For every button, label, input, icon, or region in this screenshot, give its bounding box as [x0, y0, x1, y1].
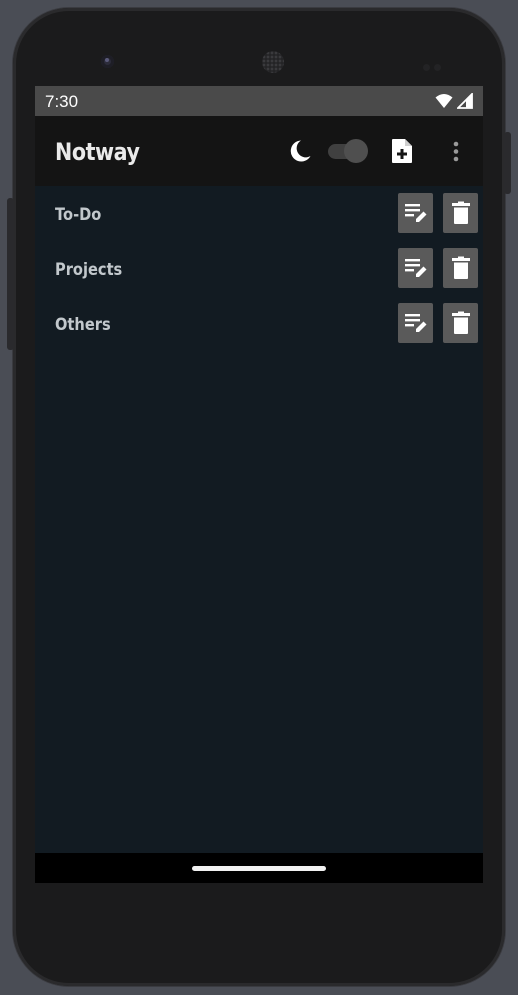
- status-icons: [435, 93, 473, 109]
- list-item[interactable]: Others: [35, 296, 483, 351]
- status-bar: 7:30: [35, 86, 483, 116]
- proximity-sensors: [423, 58, 449, 71]
- edit-note-icon: [405, 204, 427, 222]
- list-item[interactable]: To-Do: [35, 186, 483, 241]
- home-gesture-handle[interactable]: [192, 866, 326, 871]
- app-title: Notway: [55, 138, 140, 166]
- status-time: 7:30: [45, 92, 79, 111]
- category-label: To-Do: [55, 205, 102, 225]
- power-button: [504, 132, 511, 194]
- dark-mode-toggle[interactable]: [328, 139, 368, 163]
- signal-icon: [457, 93, 473, 109]
- new-note-icon[interactable]: [391, 138, 413, 164]
- wifi-icon: [435, 94, 453, 108]
- moon-icon: [290, 140, 311, 162]
- edit-button[interactable]: [398, 248, 433, 288]
- more-vert-icon[interactable]: [446, 140, 466, 164]
- trash-icon: [452, 201, 470, 224]
- edit-button[interactable]: [398, 193, 433, 233]
- trash-icon: [452, 256, 470, 279]
- category-label: Projects: [55, 260, 123, 280]
- device-screen: 7:30 Notway To-Do Projects Others: [35, 86, 483, 883]
- front-camera: [101, 55, 114, 68]
- navigation-bar: [35, 853, 483, 883]
- toggle-knob: [344, 139, 368, 163]
- delete-button[interactable]: [443, 303, 478, 343]
- edit-button[interactable]: [398, 303, 433, 343]
- edit-note-icon: [405, 314, 427, 332]
- delete-button[interactable]: [443, 193, 478, 233]
- volume-button: [7, 198, 14, 350]
- category-label: Others: [55, 315, 111, 335]
- list-item[interactable]: Projects: [35, 241, 483, 296]
- trash-icon: [452, 311, 470, 334]
- app-bar: Notway: [35, 116, 483, 186]
- delete-button[interactable]: [443, 248, 478, 288]
- category-list: To-Do Projects Others: [35, 186, 483, 351]
- edit-note-icon: [405, 259, 427, 277]
- earpiece-speaker: [262, 51, 284, 73]
